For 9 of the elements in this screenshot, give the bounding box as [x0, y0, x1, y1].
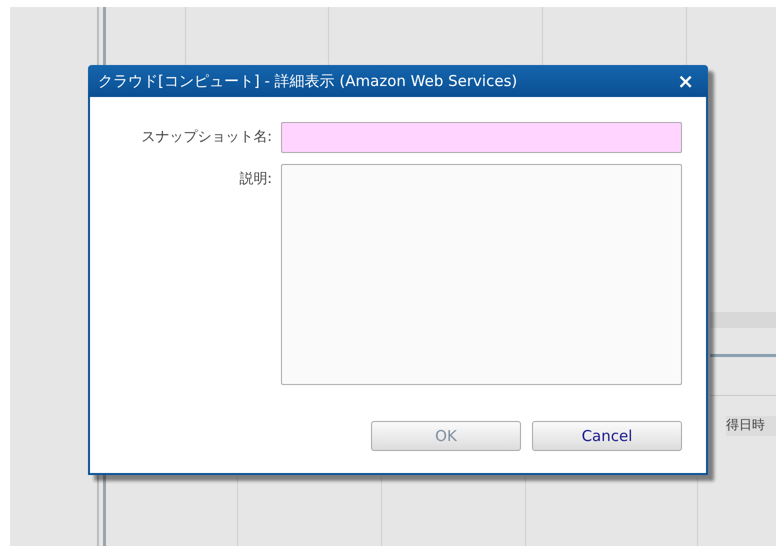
close-button[interactable]: ×	[673, 71, 698, 91]
dialog-button[interactable]: Cancel	[532, 421, 682, 451]
input-field[interactable]	[281, 122, 682, 153]
dialog-title: クラウド[コンピュート] - 詳細表示 (Amazon Web Services)	[98, 72, 518, 90]
field-label: 説明:	[238, 170, 272, 188]
field-label: スナップショット名:	[140, 128, 272, 146]
column-header: 得日時	[726, 416, 776, 436]
toolbar-strip	[710, 312, 776, 328]
text-area[interactable]	[281, 164, 682, 385]
